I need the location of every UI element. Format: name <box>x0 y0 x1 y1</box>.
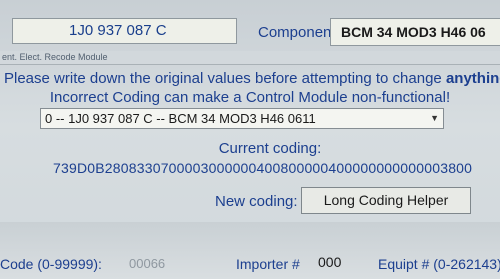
module-select[interactable]: 0 -- 1J0 937 087 C -- BCM 34 MOD3 H46 06… <box>40 108 444 129</box>
part-number-field: 1J0 937 087 C <box>12 18 237 44</box>
warning-line-1-emphasis: anything <box>445 70 500 87</box>
new-coding-label: New coding: <box>215 193 298 210</box>
equipment-label: Equipt # (0-262143): <box>378 256 500 272</box>
vcds-recode-screen: 1J0 937 087 C Component: BCM 34 MOD3 H46… <box>0 0 500 279</box>
warning-line-1-text: Please write down the original values be… <box>4 70 446 87</box>
current-coding-value: 739D0B2808330700003000000400800000400000… <box>53 160 473 176</box>
dropdown-arrow-icon[interactable]: ▼ <box>430 109 439 128</box>
code-input[interactable]: 00066 <box>129 256 165 271</box>
warning-line-1: Please write down the original values be… <box>4 70 500 87</box>
tab-strip: ent. Elect. Recode Module <box>0 51 500 65</box>
module-select-value: 0 -- 1J0 937 087 C -- BCM 34 MOD3 H46 06… <box>45 111 316 126</box>
long-coding-helper-button[interactable]: Long Coding Helper <box>301 187 471 214</box>
importer-label: Importer # <box>236 256 300 272</box>
current-coding-label: Current coding: <box>218 140 322 157</box>
part-number-text: 1J0 937 087 C <box>69 22 167 39</box>
component-text: BCM 34 MOD3 H46 06 <box>341 24 486 40</box>
component-field: BCM 34 MOD3 H46 06 <box>330 18 500 46</box>
code-label: Code (0-99999): <box>0 256 102 272</box>
component-label: Component: <box>258 24 340 41</box>
tab-strip-text[interactable]: ent. Elect. Recode Module <box>2 52 108 62</box>
warning-line-2: Incorrect Coding can make a Control Modu… <box>49 89 451 106</box>
importer-input[interactable]: 000 <box>318 254 341 270</box>
